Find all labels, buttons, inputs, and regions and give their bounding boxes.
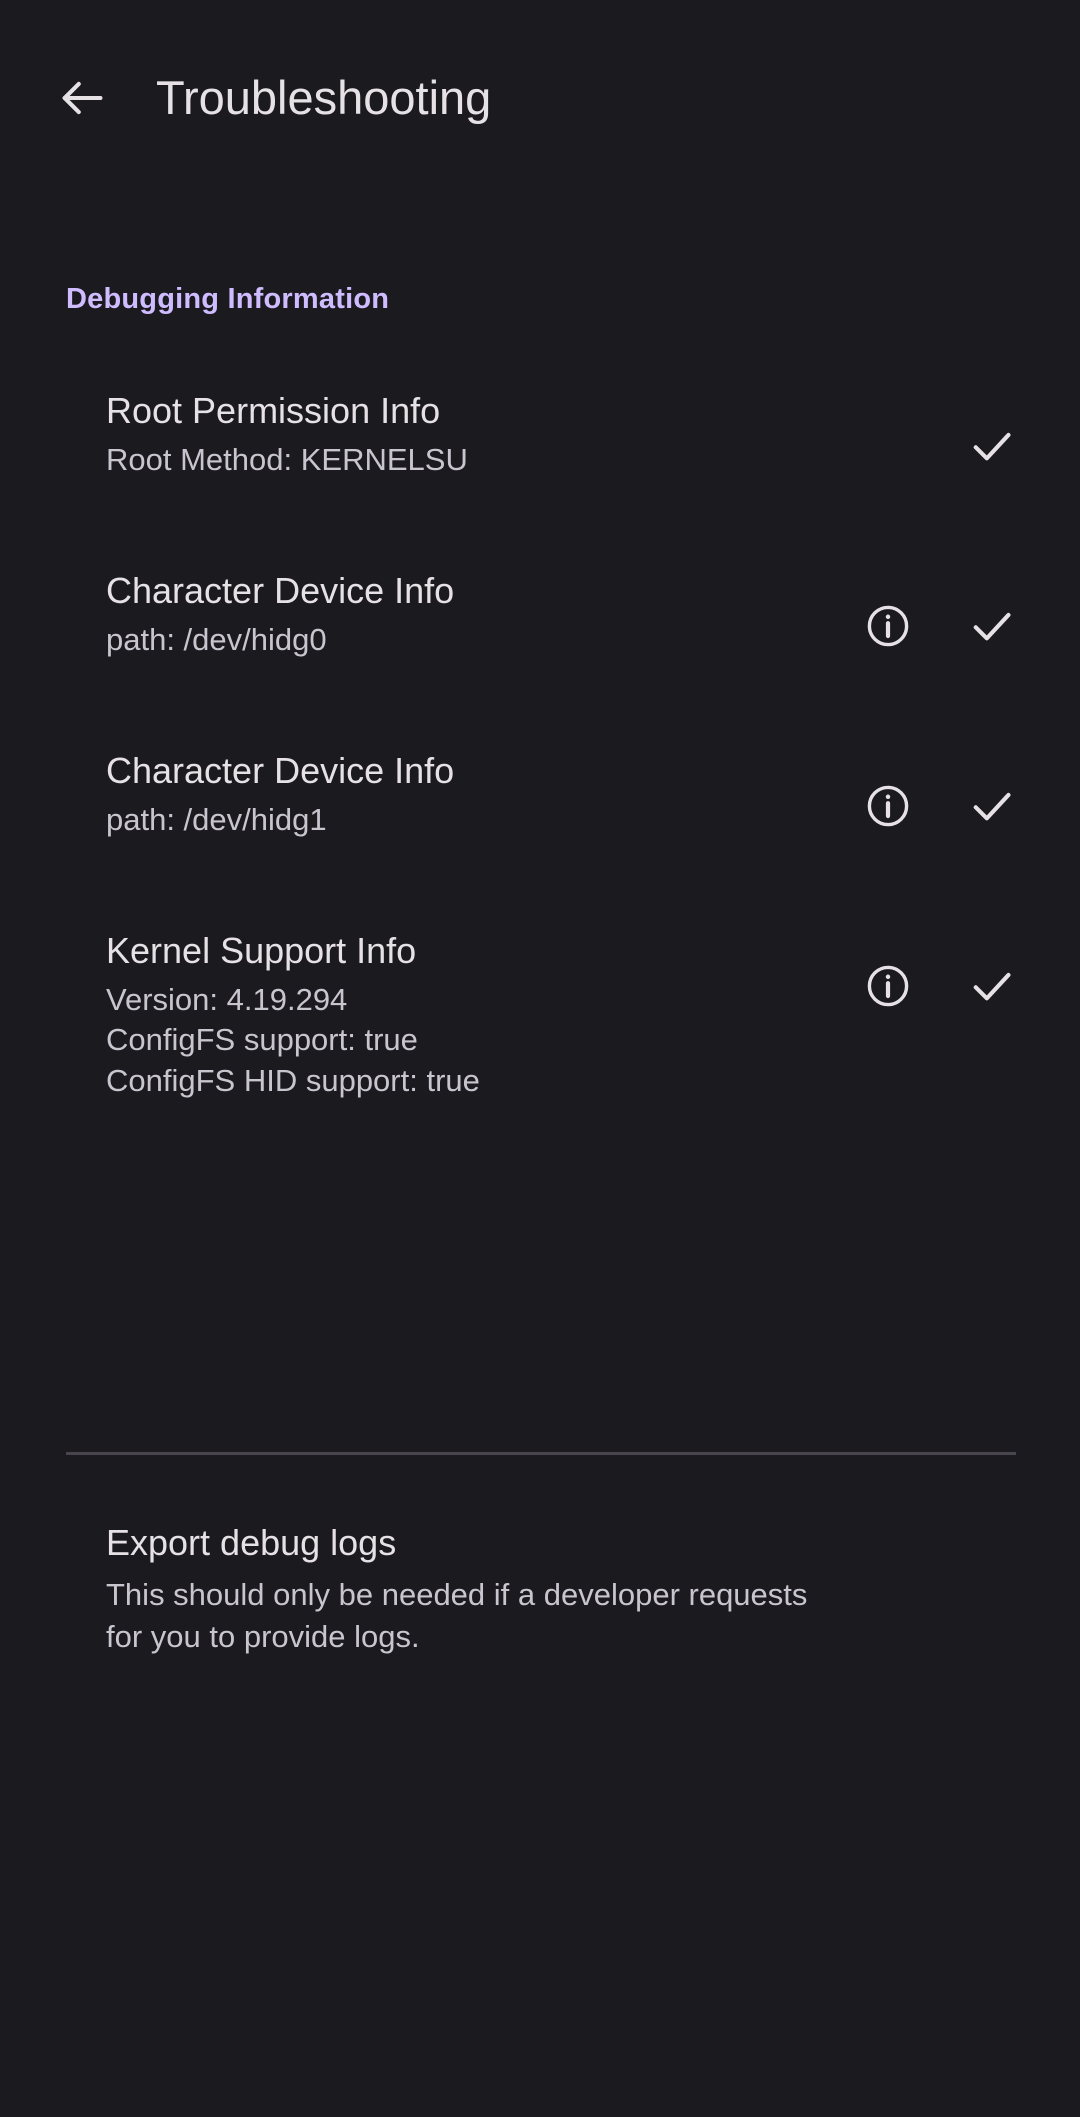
info-button[interactable] xyxy=(858,776,918,836)
status-check-icon-wrapper xyxy=(962,596,1022,656)
list-item[interactable]: Root Permission Info Root Method: KERNEL… xyxy=(0,370,1080,550)
list-item-text: Character Device Info path: /dev/hidg1 xyxy=(106,748,858,840)
back-button[interactable] xyxy=(44,60,120,136)
list-item-text: Character Device Info path: /dev/hidg0 xyxy=(106,568,858,660)
list-item[interactable]: Character Device Info path: /dev/hidg1 xyxy=(0,730,1080,910)
list-item-subtitle-line: Root Method: KERNELSU xyxy=(106,442,468,478)
list-item-title: Kernel Support Info xyxy=(106,930,417,971)
list-item-subtitle-line: path: /dev/hidg1 xyxy=(106,802,327,838)
list-item-subtitle-line: Version: 4.19.294 xyxy=(106,982,348,1018)
info-button[interactable] xyxy=(858,956,918,1016)
list-item-actions xyxy=(858,928,1022,1016)
list-item-text: Root Permission Info Root Method: KERNEL… xyxy=(106,388,858,480)
list-item-actions xyxy=(858,388,1022,476)
app-bar: Troubleshooting xyxy=(0,0,1080,195)
list-item-actions xyxy=(858,748,1022,836)
info-circle-icon xyxy=(864,602,912,650)
section-divider xyxy=(66,1452,1016,1455)
status-check-icon-wrapper xyxy=(962,776,1022,836)
list-item-title: Character Device Info xyxy=(106,750,455,791)
troubleshooting-screen: Troubleshooting Debugging Information Ro… xyxy=(0,0,1080,2117)
list-item-subtitle-line: ConfigFS support: true xyxy=(106,1022,418,1058)
list-item-title: Character Device Info xyxy=(106,570,455,611)
info-button[interactable] xyxy=(858,596,918,656)
list-item-subtitle-line: path: /dev/hidg0 xyxy=(106,622,327,658)
list-item-title: Root Permission Info xyxy=(106,390,441,431)
list-item[interactable]: Kernel Support Info Version: 4.19.294 Co… xyxy=(0,910,1080,1119)
check-icon xyxy=(966,960,1018,1012)
check-icon xyxy=(966,780,1018,832)
check-icon xyxy=(966,420,1018,472)
list-item-actions xyxy=(858,568,1022,656)
export-debug-logs-title: Export debug logs xyxy=(106,1522,397,1563)
info-circle-icon xyxy=(864,962,912,1010)
status-check-icon-wrapper xyxy=(962,416,1022,476)
export-debug-logs-description: This should only be needed if a develope… xyxy=(106,1577,808,1654)
list-item-subtitle-line: ConfigFS HID support: true xyxy=(106,1062,480,1098)
list-item-text: Kernel Support Info Version: 4.19.294 Co… xyxy=(106,928,858,1101)
list-item-subtitle: path: /dev/hidg1 xyxy=(106,800,842,840)
export-debug-logs-item[interactable]: Export debug logs This should only be ne… xyxy=(0,1520,1080,1658)
check-icon xyxy=(966,600,1018,652)
section-header-debugging-information: Debugging Information xyxy=(66,283,390,315)
list-item-subtitle: path: /dev/hidg0 xyxy=(106,620,842,660)
list-item[interactable]: Character Device Info path: /dev/hidg0 xyxy=(0,550,1080,730)
status-check-icon-wrapper xyxy=(962,956,1022,1016)
arrow-left-icon xyxy=(56,72,108,124)
list-item-subtitle: Version: 4.19.294 ConfigFS support: true… xyxy=(106,980,842,1101)
list-item-subtitle: Root Method: KERNELSU xyxy=(106,440,842,480)
info-circle-icon xyxy=(864,782,912,830)
page-title: Troubleshooting xyxy=(156,71,492,124)
